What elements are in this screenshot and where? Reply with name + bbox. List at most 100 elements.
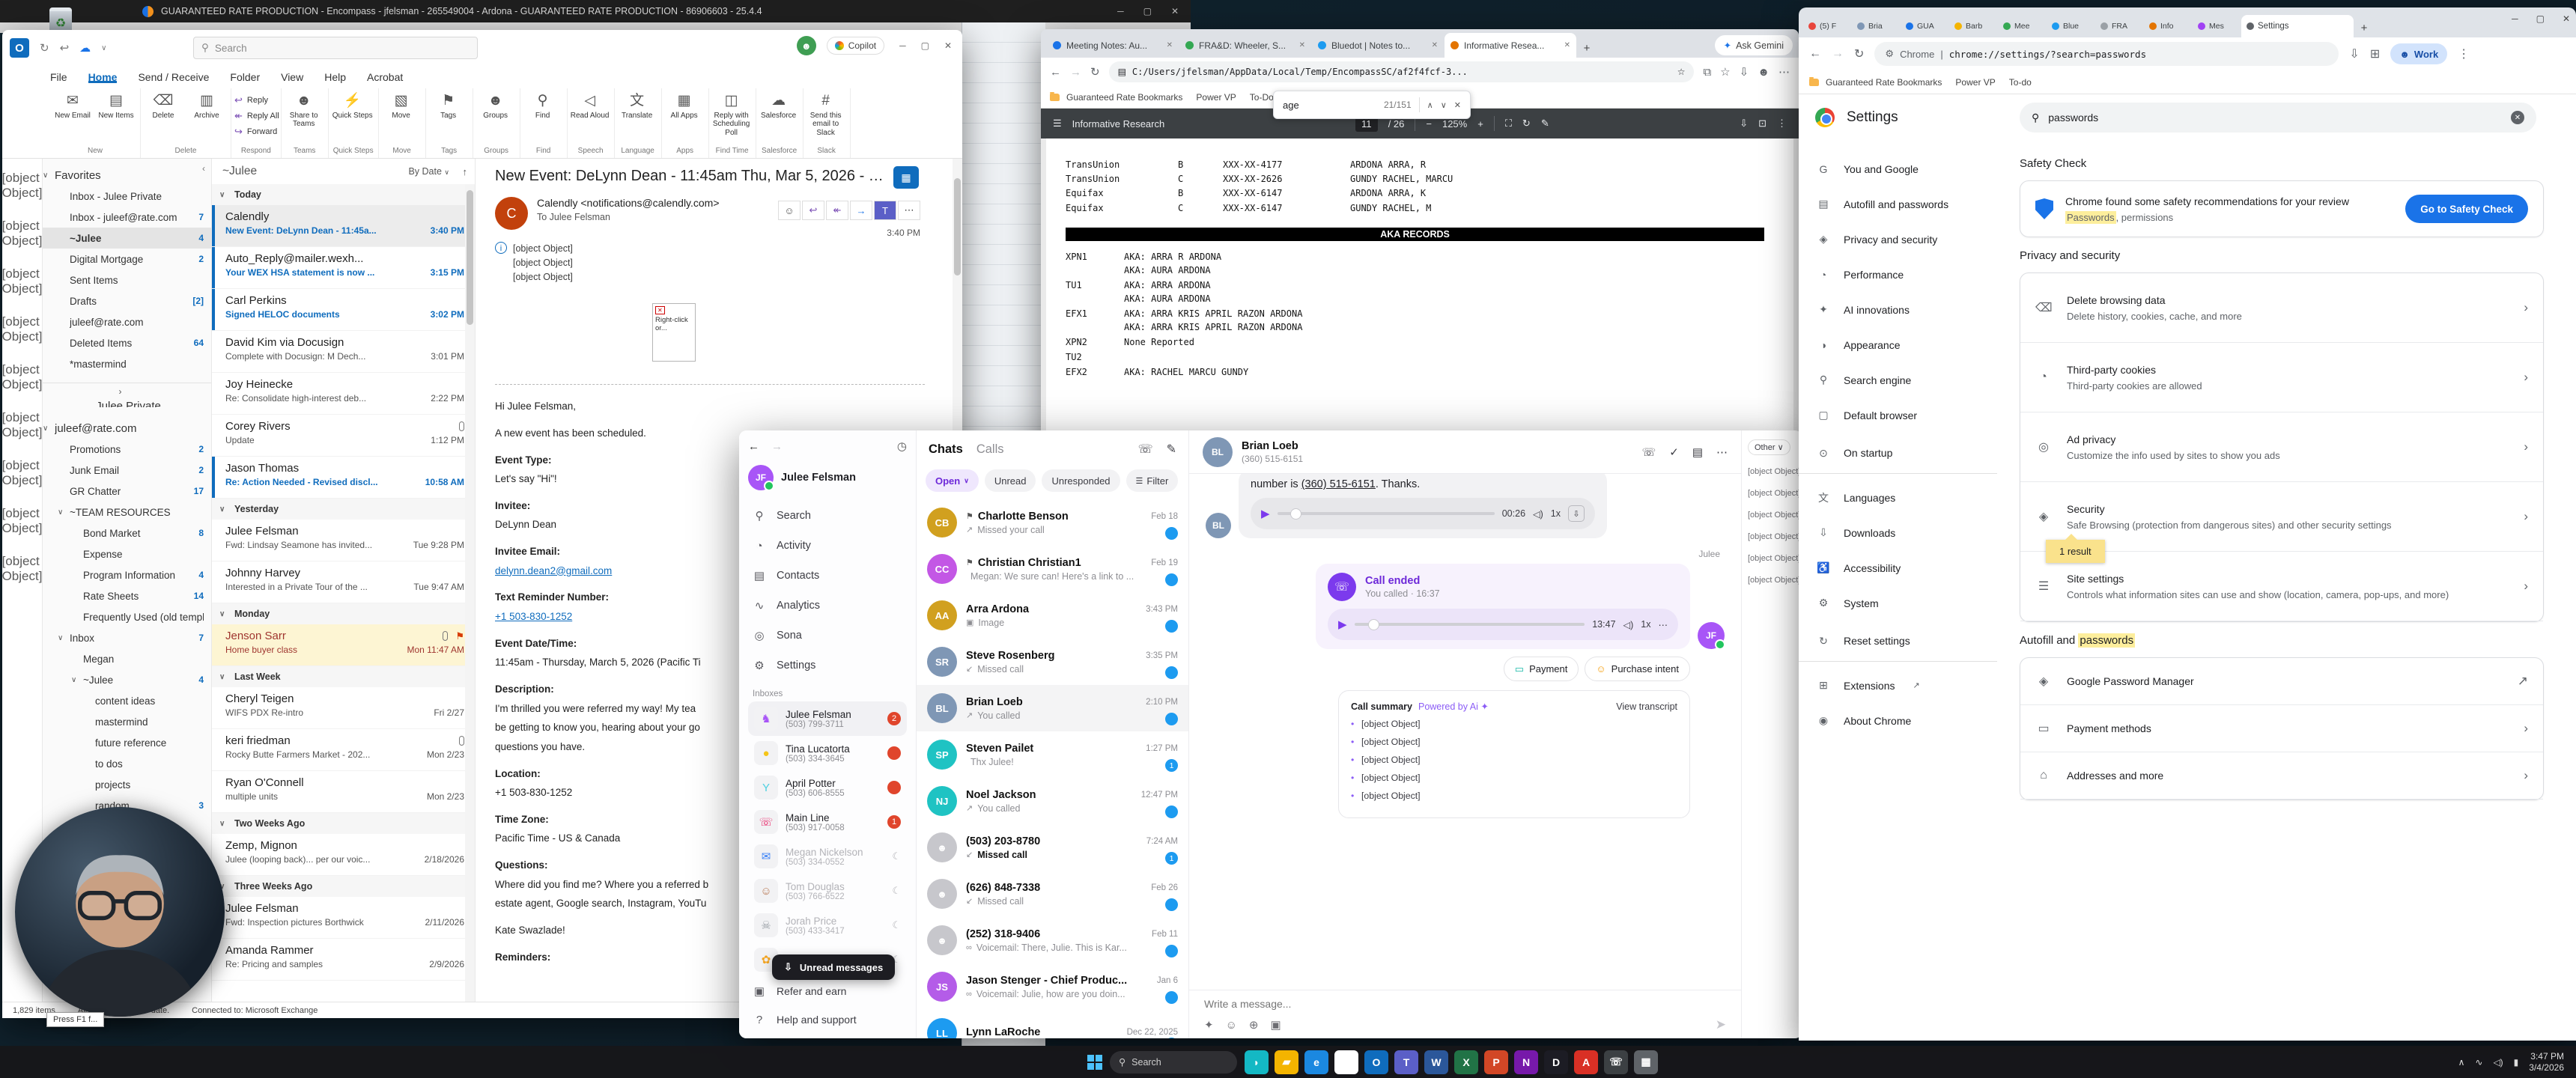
download-icon[interactable]: ⇩	[1568, 505, 1585, 522]
seek-track[interactable]	[1278, 512, 1495, 515]
ribbon-button[interactable]: ◁Read Aloud	[569, 91, 611, 146]
message-input[interactable]	[1204, 998, 1517, 1010]
ribbon-button[interactable]: ⚡Quick Steps	[332, 91, 374, 146]
sidebar-nav-item[interactable]: ∿ Analytics	[748, 591, 907, 621]
bookmark-item[interactable]: To-Do	[1250, 92, 1274, 103]
browser-tab[interactable]: Bria	[1852, 15, 1900, 37]
menu-tab[interactable]: File	[50, 71, 67, 83]
reactions-button[interactable]: ☺	[778, 201, 801, 220]
new-tab-button[interactable]: +	[2354, 18, 2374, 37]
inbox-item[interactable]: ♞ Julee Felsman(503) 799-3711 2 ☾	[748, 701, 907, 736]
find-prev-icon[interactable]: ∧	[1427, 100, 1433, 110]
browser-tab[interactable]: Mee	[1998, 15, 2046, 37]
taskbar-app-icon[interactable]: ☏	[1604, 1050, 1628, 1074]
folder-item[interactable]: future reference	[43, 732, 211, 753]
settings-nav-item[interactable]: ◔ Performance	[1799, 257, 1997, 292]
clear-search-icon[interactable]: ✕	[2511, 111, 2524, 124]
taskbar-app-icon[interactable]: ▰	[1275, 1050, 1298, 1074]
attachment-icon[interactable]: ⊕	[1249, 1018, 1259, 1032]
bookmark-item[interactable]: To-do	[2009, 77, 2032, 88]
folder-item[interactable]: Megan	[43, 648, 211, 669]
rail-module-icon[interactable]: [object Object]	[2, 314, 43, 344]
taskbar-app-icon[interactable]: W	[1424, 1050, 1448, 1074]
folder-item[interactable]: › Julee Private	[43, 386, 211, 407]
email-row[interactable]: Amanda Rammer Re: Pricing and samples2/9…	[212, 939, 475, 981]
volume-icon[interactable]: ◁)	[1623, 619, 1634, 630]
inbox-item[interactable]: Y April Potter(503) 606-8555 ☾	[748, 770, 907, 805]
battery-icon[interactable]: ▮	[2514, 1057, 2519, 1068]
email-row[interactable]: Auto_Reply@mailer.wexh... Your WEX HSA s…	[212, 247, 475, 289]
taskbar-app-icon[interactable]: ◉	[1334, 1050, 1358, 1074]
blocked-image-placeholder[interactable]: ✕Right-click or...	[652, 303, 696, 362]
filter-chip[interactable]: Unread	[985, 469, 1036, 492]
collapse-icon[interactable]: ‹	[202, 163, 205, 174]
teams-share-button[interactable]: T	[874, 201, 896, 220]
minimize-icon[interactable]: ─	[2512, 13, 2518, 24]
ribbon-button[interactable]: ⚲Find	[522, 91, 564, 146]
seek-track[interactable]	[1355, 623, 1585, 626]
maximize-icon[interactable]: ▢	[921, 40, 929, 51]
email-row[interactable]: Cheryl Teigen WIFS PDX Re-introFri 2/27 …	[212, 687, 475, 729]
folder-item[interactable]: juleef@rate.com	[43, 311, 211, 332]
copilot-button[interactable]: Copilot	[827, 37, 884, 55]
folder-item[interactable]: ∨ ~Julee 4	[43, 669, 211, 690]
taskbar-app-icon[interactable]: ◗	[1245, 1050, 1269, 1074]
email-row[interactable]: Jenson Sarr Home buyer classMon 11:47 AM…	[212, 624, 475, 666]
browser-tab[interactable]: Settings	[2241, 15, 2354, 37]
reload-icon[interactable]: ↻	[1854, 46, 1864, 61]
undo-icon[interactable]: ↩	[60, 41, 70, 55]
taskbar-app-icon[interactable]: T	[1394, 1050, 1418, 1074]
call-recording-player[interactable]: ▶ 13:47 ◁) 1x ⋯	[1328, 609, 1678, 640]
refresh-icon[interactable]: ↻	[40, 41, 49, 55]
maximize-icon[interactable]: ▢	[2536, 13, 2545, 24]
menu-tab[interactable]: Send / Receive	[138, 71, 209, 83]
tab-close-icon[interactable]: ✕	[1167, 41, 1173, 49]
folder-item[interactable]: Expense	[43, 543, 211, 564]
find-next-icon[interactable]: ∨	[1441, 100, 1447, 110]
folder-item[interactable]: Frequently Used (old templates)	[43, 606, 211, 627]
split-icon[interactable]: ⧉	[1703, 66, 1711, 79]
folder-item[interactable]: Junk Email 2	[43, 460, 211, 481]
minimize-icon[interactable]: ─	[1117, 6, 1124, 16]
rail-module-icon[interactable]: [object Object]	[2, 267, 43, 296]
ribbon-button[interactable]: #Send this email to Slack	[805, 91, 847, 146]
email-row[interactable]: Calendly New Event: DeLynn Dean - 11:45a…	[212, 205, 475, 247]
more-actions-button[interactable]: ⋯	[898, 201, 920, 220]
view-transcript-link[interactable]: View transcript	[1616, 701, 1677, 712]
email-row[interactable]: Corey Rivers Update1:12 PM ⚑	[212, 415, 475, 457]
download-icon[interactable]: ⇩	[1740, 118, 1748, 130]
menu-tab[interactable]: View	[281, 71, 303, 83]
bookmark-item[interactable]: Power VP	[1196, 92, 1236, 103]
folder-item[interactable]: Inbox - Julee Private	[43, 186, 211, 207]
address-bar[interactable]: ▤ C:/Users/jfelsman/AppData/Local/Temp/E…	[1109, 61, 1695, 82]
browser-tab[interactable]: (5) F	[1803, 15, 1851, 37]
rail-module-icon[interactable]: [object Object]	[2, 219, 43, 249]
rotate-icon[interactable]: ↻	[1522, 118, 1531, 130]
folder-item[interactable]: Inbox - juleef@rate.com 7	[43, 207, 211, 228]
bookmark-star-icon[interactable]: ☆	[1677, 67, 1686, 77]
email-row[interactable]: Carl Perkins Signed HELOC documents3:02 …	[212, 289, 475, 331]
conversation-item[interactable]: LL ⚑Lynn LaRocheDec 22, 2025	[917, 1010, 1188, 1038]
conversation-item[interactable]: CC ⚑Christian Christian1Feb 19 Megan: We…	[917, 546, 1188, 592]
browser-tab[interactable]: Mes	[2193, 15, 2241, 37]
settings-row[interactable]: ◔ Third-party cookiesThird-party cookies…	[2020, 343, 2543, 412]
settings-row[interactable]: ⌫ Delete browsing dataDelete history, co…	[2020, 273, 2543, 343]
settings-nav-item[interactable]: ⚲ Search engine	[1799, 362, 1997, 398]
browser-tab[interactable]: GUA	[1901, 15, 1948, 37]
new-tab-button[interactable]: +	[1577, 38, 1597, 58]
sidebar-nav-item[interactable]: ◔ Activity	[748, 531, 907, 561]
more-icon[interactable]: ⋯	[1778, 65, 1790, 79]
email-row[interactable]: Today ⚑	[212, 184, 475, 205]
sidebar-nav-item[interactable]: ◎ Sona	[748, 621, 907, 651]
filter-chip[interactable]: Filter	[1126, 469, 1179, 492]
settings-row[interactable]: ◎ Ad privacyCustomize the info used by s…	[2020, 412, 2543, 482]
ribbon-button[interactable]: ▤New Items	[95, 91, 137, 146]
taskbar-app-icon[interactable]: ▦	[1634, 1050, 1658, 1074]
browser-tab[interactable]: Meeting Notes: Au... ✕	[1047, 33, 1179, 58]
outlook-search-input[interactable]: ⚲ Search	[193, 37, 478, 59]
tab-close-icon[interactable]: ✕	[1299, 41, 1305, 49]
ai-icon[interactable]: ✦	[1204, 1018, 1214, 1032]
ribbon-button[interactable]: ✉New Email	[52, 91, 94, 146]
print-icon[interactable]: ⊡	[1758, 118, 1767, 130]
minimize-icon[interactable]: ─	[899, 40, 906, 51]
